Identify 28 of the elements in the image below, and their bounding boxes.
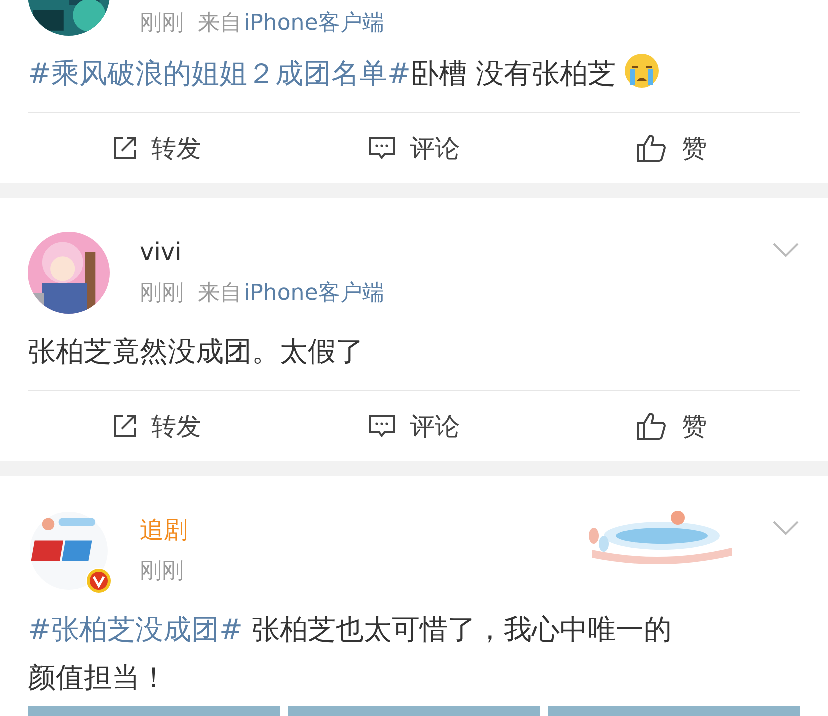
post-time: 刚刚 [140,280,184,308]
source-label: 来自 [198,280,242,308]
source-link[interactable]: iPhone客户端 [244,12,384,36]
action-button[interactable]: 评论 [285,391,543,461]
comment-icon [368,413,396,439]
chevron-down-icon[interactable] [772,520,800,536]
source-link[interactable]: iPhone客户端 [244,280,384,308]
chevron-down-icon[interactable] [772,242,800,258]
thumbs-up-icon [636,133,668,163]
hashtag-link[interactable]: #乘风破浪的姐姐２成团名单# [28,57,411,90]
user-name[interactable]: vivi [140,238,742,266]
post-text: #乘风破浪的姐姐２成团名单#卧槽 没有张柏芝 [28,36,678,112]
post-text: #张柏芝没成团# 张柏芝也太可惜了，我心中唯一的颜值担当！ [28,612,673,696]
hashtag-link[interactable]: #张柏芝没成团# [28,613,243,646]
thumbs-up-icon [636,411,668,441]
post-time: 刚刚 [140,12,184,36]
action-button[interactable]: 转发 [28,391,286,461]
source-label: 来自 [198,12,242,36]
repost-icon [112,135,138,161]
post-text: 张柏芝竟然没成团。太假了 [28,334,365,370]
action-button[interactable]: 转发 [28,113,286,183]
repost-icon [112,413,138,439]
action-button[interactable]: 赞 [542,391,800,461]
post-time: 刚刚 [140,558,184,586]
comment-icon [368,135,396,161]
crying-face-icon [624,53,660,89]
action-button[interactable]: 赞 [542,113,800,183]
action-button[interactable]: 评论 [285,113,543,183]
